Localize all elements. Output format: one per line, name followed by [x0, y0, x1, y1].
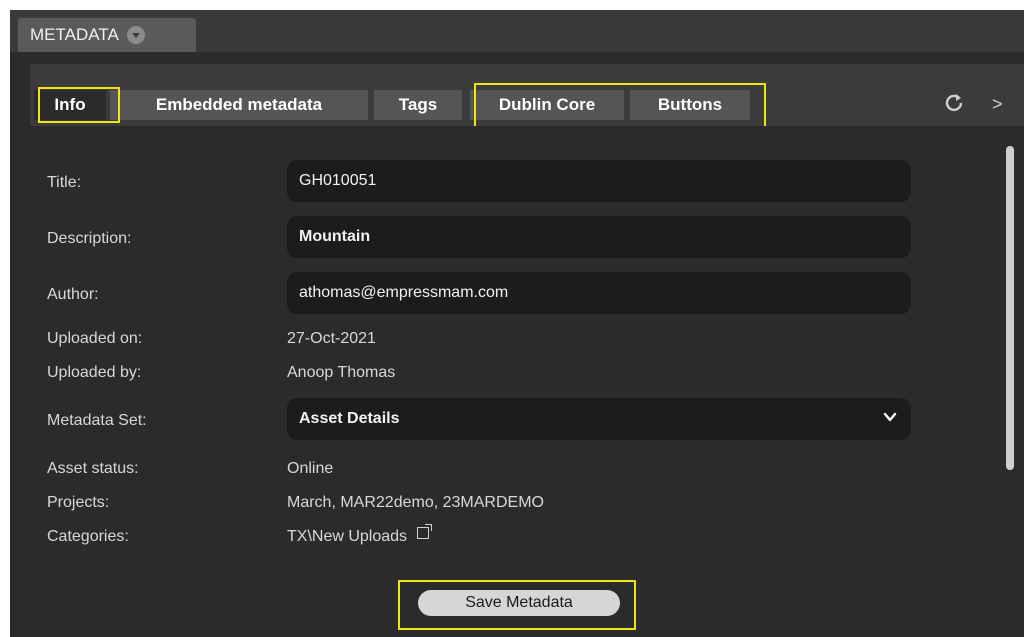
- author-label: Author:: [47, 286, 99, 303]
- chevron-down-icon[interactable]: [126, 26, 145, 44]
- left-gutter: [10, 64, 30, 574]
- uploaded-by-label: Uploaded by:: [47, 364, 142, 381]
- tab-embedded-metadata-label: Embedded metadata: [155, 95, 323, 114]
- projects-value: March, MAR22demo, 23MARDEMO: [287, 494, 544, 511]
- description-label: Description:: [47, 230, 132, 247]
- uploaded-on-label: Uploaded on:: [47, 330, 143, 347]
- categories-label: Categories:: [47, 528, 129, 545]
- title-label: Title:: [47, 174, 82, 191]
- refresh-icon[interactable]: [944, 92, 964, 112]
- tab-tags-label: Tags: [398, 95, 438, 114]
- categories-value[interactable]: TX\New Uploads: [287, 528, 407, 545]
- uploaded-on-value: 27-Oct-2021: [287, 330, 376, 347]
- projects-label: Projects:: [47, 494, 110, 511]
- header-divider: [10, 52, 1024, 64]
- chevron-down-icon[interactable]: [883, 410, 897, 424]
- chevron-right-icon[interactable]: >: [992, 94, 1003, 115]
- uploaded-by-value: Anoop Thomas: [287, 364, 396, 381]
- tab-embedded-metadata[interactable]: Embedded metadata: [110, 90, 368, 120]
- panel-header: METADATA: [10, 10, 1024, 52]
- title-field[interactable]: GH010051: [287, 160, 911, 202]
- title-value: GH010051: [299, 172, 377, 189]
- categories-value-wrap: TX\New Uploads: [287, 524, 433, 546]
- save-metadata-button[interactable]: Save Metadata: [418, 590, 620, 616]
- scrollbar[interactable]: [1006, 146, 1014, 470]
- tab-tags[interactable]: Tags: [374, 90, 462, 120]
- metadata-content: Info Embedded metadata Tags Dublin Core …: [30, 64, 1024, 574]
- tab-dublin-core[interactable]: Dublin Core: [470, 90, 624, 120]
- metadata-set-label: Metadata Set:: [47, 412, 147, 429]
- asset-status-label: Asset status:: [47, 460, 139, 477]
- description-field[interactable]: Mountain: [287, 216, 911, 258]
- metadata-set-value: Asset Details: [299, 410, 400, 427]
- author-field[interactable]: athomas@empressmam.com: [287, 272, 911, 314]
- tabs-bar: Info Embedded metadata Tags Dublin Core …: [30, 64, 1024, 131]
- author-value: athomas@empressmam.com: [299, 284, 509, 301]
- metadata-panel-tab[interactable]: METADATA: [18, 18, 196, 52]
- tab-buttons-label: Buttons: [657, 95, 723, 114]
- tab-info[interactable]: Info: [34, 90, 106, 120]
- info-form: Title: GH010051 Description: Mountain Au…: [30, 126, 1024, 574]
- metadata-set-select[interactable]: Asset Details: [287, 398, 911, 440]
- tab-buttons[interactable]: Buttons: [630, 90, 750, 120]
- panel-footer: Save Metadata: [10, 574, 1024, 637]
- tab-dublin-core-label: Dublin Core: [498, 95, 596, 114]
- asset-status-value: Online: [287, 460, 334, 477]
- tab-info-label: Info: [54, 95, 86, 114]
- metadata-panel: METADATA Info Embedded metadata Tags Dub…: [10, 10, 1024, 637]
- panel-title: METADATA: [30, 25, 119, 44]
- external-link-icon[interactable]: [417, 524, 433, 539]
- description-value: Mountain: [299, 228, 371, 245]
